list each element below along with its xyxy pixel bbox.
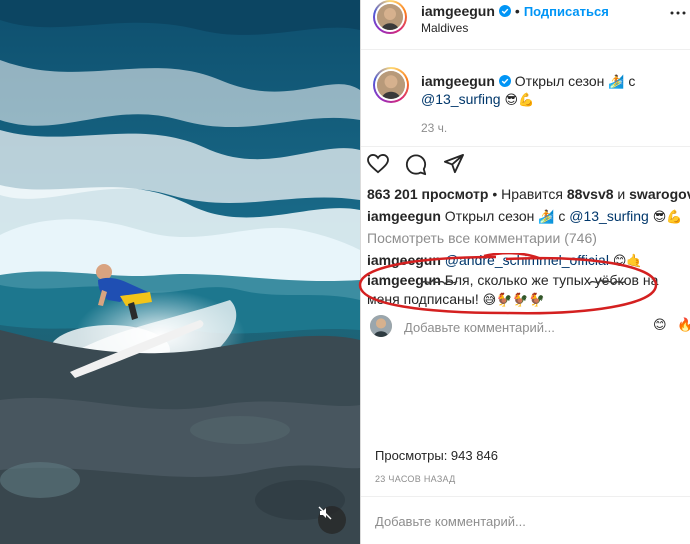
post-time[interactable]: 23 часов назад [375,474,456,484]
preview-text: Открыл сезон [444,208,535,224]
preview-username[interactable]: iamgeegun [367,208,441,224]
liked-user-2[interactable]: swarogov [629,186,690,202]
current-user-avatar [370,315,392,337]
profile-photo [377,4,403,30]
total-views: Просмотры: 943 846 [375,448,498,463]
caption-avatar[interactable] [373,67,409,103]
caption-line-1: iamgeegun Открыл сезон 🏄 с [421,73,635,90]
caption-username[interactable]: iamgeegun [421,73,495,89]
comment-icon[interactable] [405,154,427,176]
header-divider [361,49,690,50]
separator-dot: • [514,3,520,19]
caption-mention-link[interactable]: @13_surfing [421,91,501,107]
preview-mention-link[interactable]: @13_surfing [569,208,649,224]
bottom-divider [361,496,690,497]
profile-photo [370,315,392,337]
liked-user-1[interactable]: 88vsv8 [567,186,614,202]
speaker-muted-icon [318,506,332,520]
post-panel: iamgeegun • Подписаться Maldives iamgeegun… [358,0,690,544]
caption-emojis: 😎💪 [504,93,535,108]
mute-button[interactable] [318,506,346,534]
header-username[interactable]: iamgeegun [421,3,495,19]
video-player[interactable] [0,0,360,544]
preview-caption: iamgeegun Открыл сезон 🏄 с @13_surfing 😎… [367,208,682,225]
header-avatar[interactable] [373,0,407,34]
views-likes-row: 863 201 просмотр • Нравится 88vsv8 и swa… [367,186,690,202]
caption-text-c: с [628,73,636,89]
header-username-row: iamgeegun • Подписаться [421,3,609,19]
censor-scribble [420,278,458,286]
header-location[interactable]: Maldives [421,21,468,35]
add-comment-input[interactable]: Добавьте комментарий... [404,320,555,335]
follow-button[interactable]: Подписаться [524,4,609,19]
bottom-comment-input[interactable]: Добавьте комментарий... [375,514,526,529]
emoji-picker-smile[interactable]: 😊 [653,318,667,333]
caption-line-2: @13_surfing 😎💪 [421,91,534,108]
preview-surfer-emoji: 🏄 [538,210,555,225]
heart-icon[interactable] [367,154,389,174]
add-comment-row[interactable]: Добавьте комментарий... 😊 🔥 [361,312,690,344]
more-options-icon[interactable] [670,10,686,16]
surf-video-frame [0,0,360,544]
view-count[interactable]: 863 201 просмотр [367,186,488,202]
verified-badge-icon [498,5,511,17]
share-icon[interactable] [443,154,465,174]
view-all-comments-link[interactable]: Посмотреть все комментарии (746) [367,230,597,246]
caption-timestamp[interactable]: 23 ч. [421,121,447,135]
emoji-picker-fire[interactable]: 🔥 [677,318,690,333]
profile-photo [377,71,405,99]
preview-emojis: 😎💪 [652,210,683,225]
surfer-emoji: 🏄 [608,75,625,90]
actions-divider [361,146,690,147]
verified-badge-icon [498,75,511,87]
liked-and: и [617,186,626,202]
caption-text: Открыл сезон [514,73,605,89]
liked-by-prefix: • Нравится [492,186,563,202]
preview-text-c: с [558,208,566,224]
censor-scribble [588,278,626,286]
